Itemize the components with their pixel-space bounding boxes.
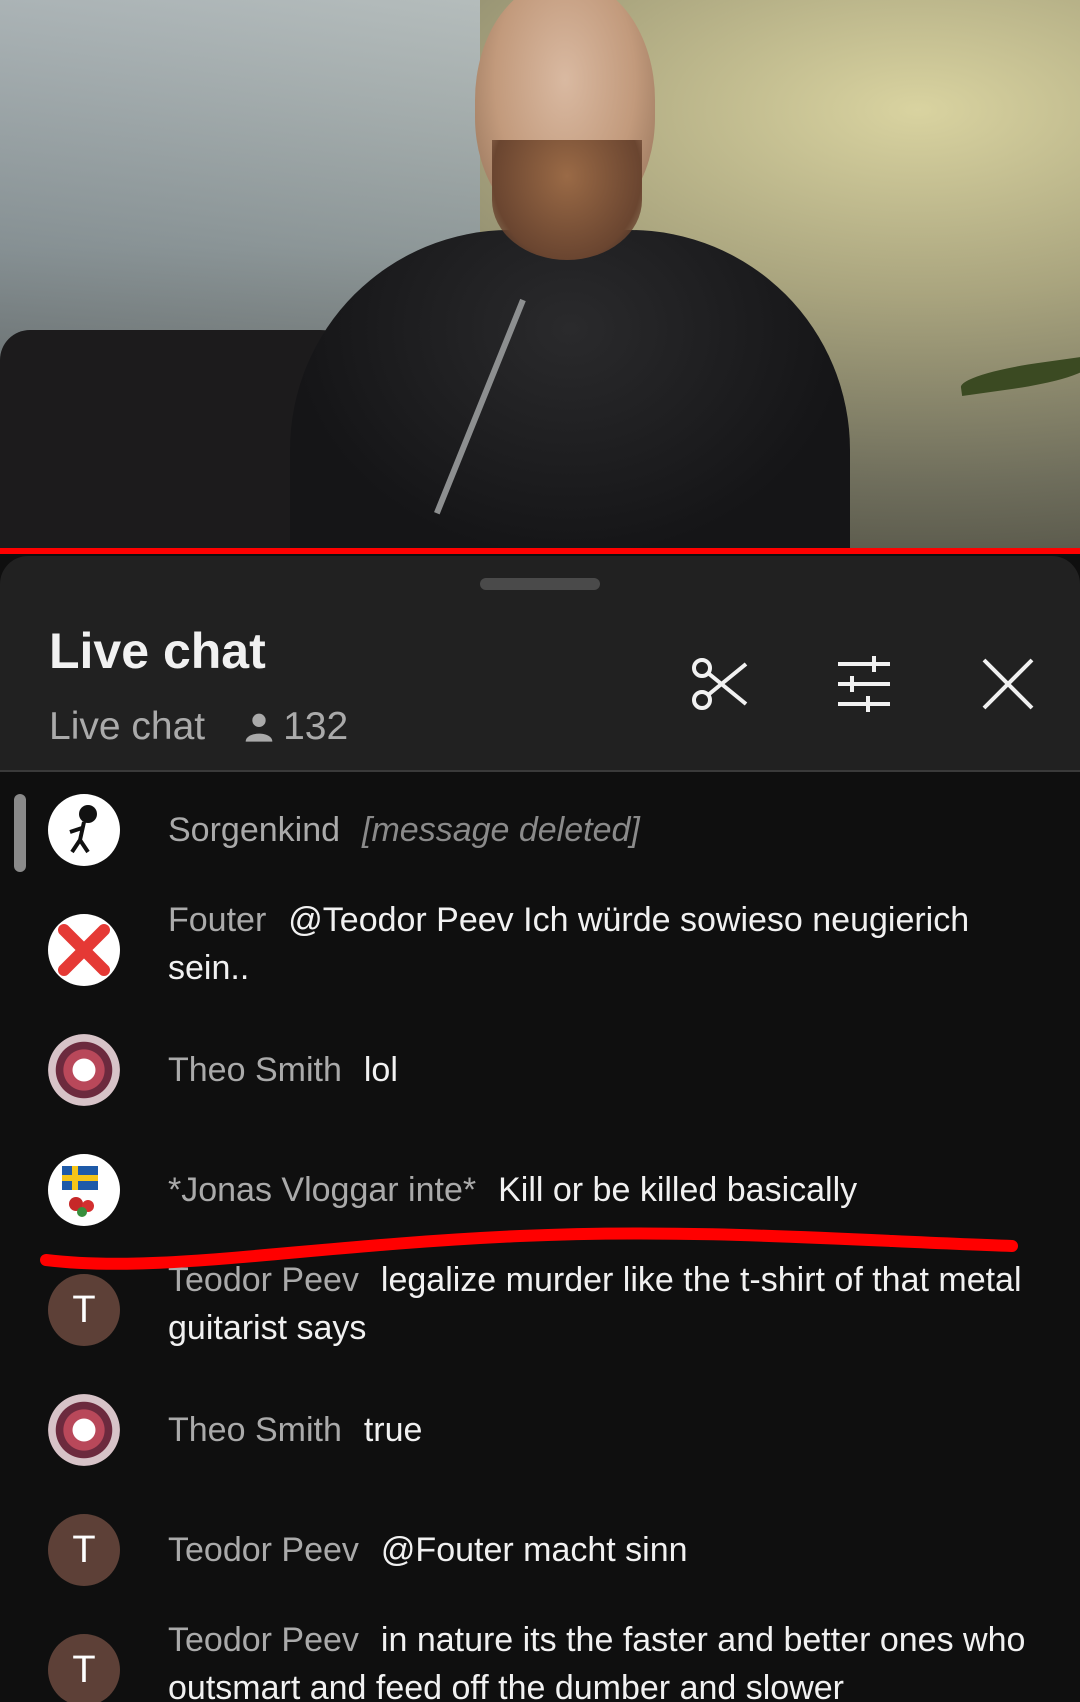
avatar[interactable]: T: [48, 1634, 120, 1702]
author-name[interactable]: Teodor Peev: [168, 1621, 359, 1659]
sweden-flag-icon: [62, 1166, 98, 1217]
message-body: lol: [363, 1051, 398, 1089]
message-body: [message deleted]: [362, 811, 640, 849]
message-text: Theo Smith lol: [168, 1046, 1048, 1094]
person-icon: [245, 713, 273, 742]
live-chat-sheet: Live chat Live chat 132 Sorgenkind [mess…: [0, 556, 1080, 1702]
filter-icon: [838, 656, 890, 712]
chat-title: Live chat: [49, 623, 266, 679]
author-name[interactable]: Theo Smith: [168, 1411, 342, 1449]
drag-handle[interactable]: [480, 578, 600, 590]
avatar[interactable]: T: [48, 1514, 120, 1586]
author-name[interactable]: Fouter: [168, 901, 266, 939]
avatar[interactable]: T: [48, 1274, 120, 1346]
message-body: true: [363, 1411, 423, 1449]
avatar[interactable]: [48, 914, 120, 986]
message-body: Kill or be killed basically: [498, 1171, 858, 1209]
video-player[interactable]: [0, 0, 1080, 550]
message-text: Fouter @Teodor Peev Ich würde sowieso neu…: [168, 896, 1048, 992]
clip-button[interactable]: [680, 644, 760, 724]
author-name[interactable]: Sorgenkind: [168, 811, 340, 849]
scissors-icon: [692, 658, 748, 710]
red-x-icon: [58, 924, 110, 976]
chat-mode-label: Live chat: [49, 705, 206, 748]
viewer-count-value: 132: [283, 705, 349, 748]
art-avatar[interactable]: [48, 1034, 120, 1106]
author-name[interactable]: Theo Smith: [168, 1051, 342, 1089]
close-icon: [982, 658, 1034, 710]
video-person-beard: [492, 140, 642, 260]
viewer-count: 132: [243, 705, 348, 749]
avatar[interactable]: [48, 794, 120, 866]
message-body: @Teodor Peev Ich würde sowieso neugieric…: [168, 901, 970, 987]
video-plant-leaf: [959, 356, 1080, 396]
video-person-body: [290, 230, 850, 550]
video-progress-bar[interactable]: [0, 548, 1080, 554]
message-text: *Jonas Vloggar inte* Kill or be killed ba…: [168, 1166, 1048, 1214]
message-text: Teodor Peev legalize murder like the t-sh…: [168, 1256, 1048, 1352]
filter-button[interactable]: [824, 644, 904, 724]
author-name[interactable]: Teodor Peev: [168, 1261, 359, 1299]
chat-message-list[interactable]: Sorgenkind [message deleted] Fouter @Teodo…: [0, 774, 1080, 1702]
scroll-indicator[interactable]: [14, 794, 26, 872]
art-avatar[interactable]: [48, 1394, 120, 1466]
author-name[interactable]: Teodor Peev: [168, 1531, 359, 1569]
message-text: Teodor Peev in nature its the faster and …: [168, 1616, 1048, 1702]
message-text: Sorgenkind [message deleted]: [168, 806, 1048, 854]
chat-header: Live chat Live chat 132: [0, 556, 1080, 772]
author-name[interactable]: *Jonas Vloggar inte*: [168, 1171, 476, 1209]
message-text: Theo Smith true: [168, 1406, 1048, 1454]
message-text: Teodor Peev @Fouter macht sinn: [168, 1526, 1048, 1574]
message-body: @Fouter macht sinn: [380, 1531, 688, 1569]
figure-icon: [69, 805, 97, 854]
avatar[interactable]: [48, 1154, 120, 1226]
close-button[interactable]: [968, 644, 1048, 724]
chat-mode-selector[interactable]: Live chat 132: [49, 702, 348, 752]
